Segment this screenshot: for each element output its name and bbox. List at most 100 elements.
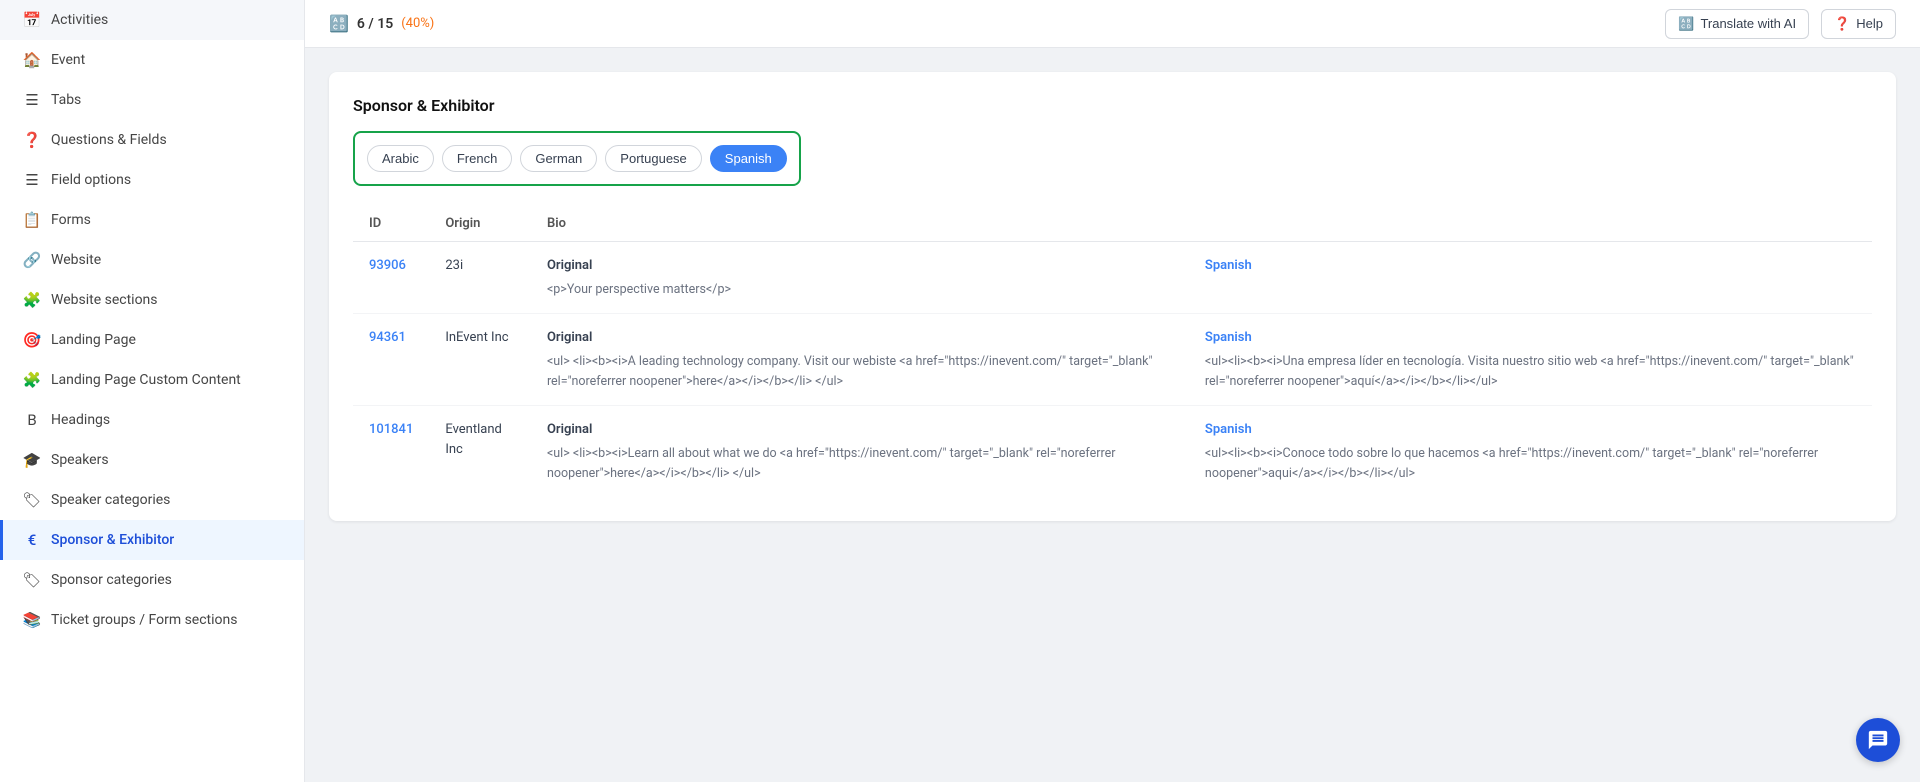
- sponsor-exhibitor-card: Sponsor & Exhibitor ArabicFrenchGermanPo…: [329, 72, 1896, 521]
- help-button[interactable]: ❓ Help: [1821, 9, 1896, 39]
- col-origin: Origin: [429, 206, 531, 242]
- progress-text: 6 / 15: [357, 16, 393, 32]
- sidebar-label-speakers: Speakers: [51, 452, 109, 468]
- chat-icon: [1867, 729, 1889, 751]
- chat-button[interactable]: [1856, 718, 1900, 762]
- row-bio-101841: Original <ul> <li><b><i>Learn all about w…: [531, 406, 1189, 498]
- lang-btn-portuguese[interactable]: Portuguese: [605, 145, 702, 172]
- sidebar-label-ticket-groups: Ticket groups / Form sections: [51, 612, 237, 628]
- lang-btn-french[interactable]: French: [442, 145, 512, 172]
- sidebar-label-landing-page-custom: Landing Page Custom Content: [51, 372, 241, 388]
- col-id: ID: [353, 206, 429, 242]
- bio-label-101841: Original: [547, 420, 1173, 440]
- topbar-left: 🔠 6 / 15 (40%): [329, 14, 434, 33]
- sidebar-icon-forms: 📋: [23, 211, 41, 229]
- translate-ai-icon: 🔠: [1678, 16, 1694, 32]
- sidebar-icon-headings: B: [23, 411, 41, 429]
- progress-total: 15: [377, 16, 393, 32]
- row-id-101841[interactable]: 101841: [369, 422, 413, 437]
- translate-icon: 🔠: [329, 14, 349, 33]
- sidebar-icon-website: 🔗: [23, 251, 41, 269]
- sidebar-icon-tabs: ☰: [23, 91, 41, 109]
- sidebar-icon-sponsor-categories: 🏷: [23, 571, 41, 589]
- trans-label-93906: Spanish: [1205, 256, 1856, 276]
- bio-table: ID Origin Bio 93906 23i Original <p>Your pe…: [353, 206, 1872, 497]
- row-bio-94361: Original <ul> <li><b><i>A leading technol…: [531, 314, 1189, 406]
- bio-content-94361: <ul> <li><b><i>A leading technology comp…: [547, 354, 1153, 389]
- row-origin-94361: InEvent Inc: [429, 314, 531, 406]
- sidebar-icon-ticket-groups: 📚: [23, 611, 41, 629]
- sidebar-label-speaker-categories: Speaker categories: [51, 492, 170, 508]
- sidebar-item-website[interactable]: 🔗 Website: [0, 240, 304, 280]
- sidebar-label-activities: Activities: [51, 12, 108, 28]
- trans-label-94361: Spanish: [1205, 328, 1856, 348]
- sidebar-icon-website-sections: 🧩: [23, 291, 41, 309]
- content-area: Sponsor & Exhibitor ArabicFrenchGermanPo…: [305, 48, 1920, 782]
- sidebar-label-website: Website: [51, 252, 101, 268]
- sidebar-label-website-sections: Website sections: [51, 292, 158, 308]
- row-translation-101841: Spanish <ul><li><b><i>Conoce todo sobre l…: [1189, 406, 1872, 498]
- sidebar-icon-event: 🏠: [23, 51, 41, 69]
- row-origin-93906: 23i: [429, 242, 531, 314]
- sidebar-item-headings[interactable]: B Headings: [0, 400, 304, 440]
- lang-btn-arabic[interactable]: Arabic: [367, 145, 434, 172]
- topbar-right: 🔠 Translate with AI ❓ Help: [1665, 9, 1896, 39]
- sidebar-icon-sponsor-exhibitor: €: [23, 531, 41, 549]
- sidebar-item-event[interactable]: 🏠 Event: [0, 40, 304, 80]
- row-translation-93906: Spanish: [1189, 242, 1872, 314]
- progress-percent: (40%): [401, 16, 434, 31]
- sidebar-item-speakers[interactable]: 🎓 Speakers: [0, 440, 304, 480]
- col-bio: Bio: [531, 206, 1189, 242]
- sidebar-icon-speakers: 🎓: [23, 451, 41, 469]
- trans-content-101841: <ul><li><b><i>Conoce todo sobre lo que h…: [1205, 446, 1818, 481]
- help-label: Help: [1856, 16, 1883, 31]
- bio-content-101841: <ul> <li><b><i>Learn all about what we d…: [547, 446, 1116, 481]
- main-content: 🔠 6 / 15 (40%) 🔠 Translate with AI ❓ Hel…: [305, 0, 1920, 782]
- sidebar-item-ticket-groups[interactable]: 📚 Ticket groups / Form sections: [0, 600, 304, 640]
- sidebar-item-website-sections[interactable]: 🧩 Website sections: [0, 280, 304, 320]
- bio-label-94361: Original: [547, 328, 1173, 348]
- trans-label-101841: Spanish: [1205, 420, 1856, 440]
- translate-ai-button[interactable]: 🔠 Translate with AI: [1665, 9, 1809, 39]
- trans-content-94361: <ul><li><b><i>Una empresa líder en tecno…: [1205, 354, 1854, 389]
- bio-content-93906: <p>Your perspective matters</p>: [547, 282, 731, 297]
- sidebar-item-forms[interactable]: 📋 Forms: [0, 200, 304, 240]
- bio-label-93906: Original: [547, 256, 1173, 276]
- lang-btn-german[interactable]: German: [520, 145, 597, 172]
- sidebar-item-landing-page[interactable]: 🎯 Landing Page: [0, 320, 304, 360]
- sidebar-label-headings: Headings: [51, 412, 110, 428]
- row-bio-93906: Original <p>Your perspective matters</p>: [531, 242, 1189, 314]
- sidebar-label-forms: Forms: [51, 212, 91, 228]
- table-row: 94361 InEvent Inc Original <ul> <li><b><i>A…: [353, 314, 1872, 406]
- sidebar-label-sponsor-exhibitor: Sponsor & Exhibitor: [51, 532, 174, 548]
- sidebar-label-field-options: Field options: [51, 172, 131, 188]
- sidebar-item-tabs[interactable]: ☰ Tabs: [0, 80, 304, 120]
- sidebar: 📅 Activities 🏠 Event ☰ Tabs ❓Questions & Field…: [0, 0, 305, 782]
- sidebar-item-speaker-categories[interactable]: 🏷 Speaker categories: [0, 480, 304, 520]
- sidebar-label-sponsor-categories: Sponsor categories: [51, 572, 172, 588]
- row-origin-101841: Eventland Inc: [429, 406, 531, 498]
- topbar: 🔠 6 / 15 (40%) 🔠 Translate with AI ❓ Hel…: [305, 0, 1920, 48]
- row-id-93906[interactable]: 93906: [369, 258, 406, 273]
- sidebar-icon-landing-page: 🎯: [23, 331, 41, 349]
- sidebar-label-event: Event: [51, 52, 85, 68]
- sidebar-item-landing-page-custom[interactable]: 🧩 Landing Page Custom Content: [0, 360, 304, 400]
- lang-btn-spanish[interactable]: Spanish: [710, 145, 787, 172]
- sidebar-icon-landing-page-custom: 🧩: [23, 371, 41, 389]
- sidebar-icon-activities: 📅: [23, 11, 41, 29]
- sidebar-icon-field-options: ☰: [23, 171, 41, 189]
- help-icon: ❓: [1834, 16, 1850, 32]
- table-row: 93906 23i Original <p>Your perspective matt…: [353, 242, 1872, 314]
- sidebar-item-questions-fields[interactable]: ❓Questions & Fields: [0, 120, 304, 160]
- sidebar-item-sponsor-categories[interactable]: 🏷 Sponsor categories: [0, 560, 304, 600]
- col-translation: [1189, 206, 1872, 242]
- sidebar-label-landing-page: Landing Page: [51, 332, 136, 348]
- row-translation-94361: Spanish <ul><li><b><i>Una empresa líder e…: [1189, 314, 1872, 406]
- sidebar-label-questions-fields: Questions & Fields: [51, 132, 167, 148]
- sidebar-item-activities[interactable]: 📅 Activities: [0, 0, 304, 40]
- sidebar-item-field-options[interactable]: ☰ Field options: [0, 160, 304, 200]
- sidebar-label-tabs: Tabs: [51, 92, 81, 108]
- row-id-94361[interactable]: 94361: [369, 330, 406, 345]
- sidebar-icon-speaker-categories: 🏷: [23, 491, 41, 509]
- sidebar-item-sponsor-exhibitor[interactable]: € Sponsor & Exhibitor: [0, 520, 304, 560]
